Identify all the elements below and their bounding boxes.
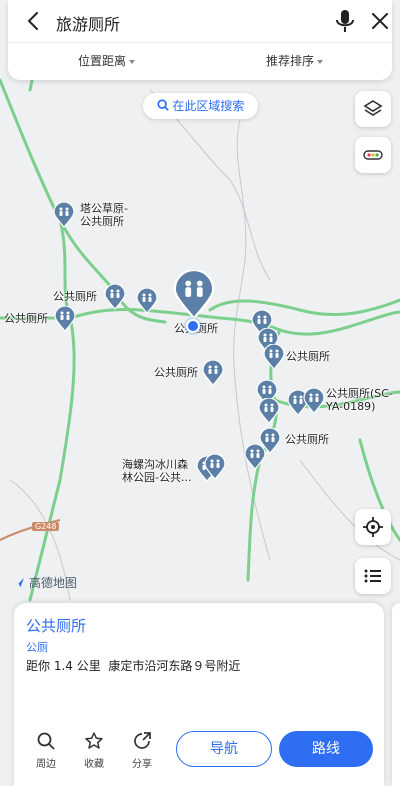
share-icon xyxy=(134,732,151,749)
star-icon xyxy=(85,732,103,749)
layers-button[interactable] xyxy=(355,91,391,127)
search-icon xyxy=(157,99,169,111)
poi-distance-address: 距你 1.4 公里 康定市沿河东路９号附近 xyxy=(26,659,241,673)
route-button[interactable]: 路线 xyxy=(279,731,373,767)
map-label-toilet-b[interactable]: 公共厕所 xyxy=(4,312,48,325)
poi-detail-card[interactable]: 公共厕所 公厕 距你 1.4 公里 康定市沿河东路９号附近 周边 收藏 分享 导… xyxy=(14,603,384,786)
back-arrow-icon[interactable] xyxy=(22,9,46,33)
toilet-pin[interactable] xyxy=(258,398,280,424)
toilet-pin[interactable] xyxy=(54,306,76,332)
map-logo: 高德地图 xyxy=(14,574,77,591)
toilet-pin[interactable] xyxy=(263,344,285,370)
share-button[interactable]: 分享 xyxy=(122,731,162,770)
list-icon xyxy=(364,569,381,583)
map-label-toilet-sc[interactable]: 公共厕所(SC- YA-0189) xyxy=(326,387,393,413)
my-location-dot xyxy=(184,317,202,335)
poi-name[interactable]: 公共厕所 xyxy=(26,615,86,636)
list-view-button[interactable] xyxy=(355,558,391,594)
layers-icon xyxy=(363,100,383,116)
toilet-pin[interactable] xyxy=(244,444,266,470)
nearby-button[interactable]: 周边 xyxy=(26,731,66,770)
chevron-down-icon xyxy=(317,59,324,64)
filter-distance[interactable]: 位置距离 xyxy=(78,52,136,69)
poi-category: 公厕 xyxy=(26,641,48,654)
favorite-button[interactable]: 收藏 xyxy=(74,731,114,770)
map-label-toilet-c[interactable]: 公共厕所 xyxy=(154,366,198,379)
chevron-down-icon xyxy=(129,59,136,64)
map-label-tagong[interactable]: 塔公草原- 公共厕所 xyxy=(80,202,128,228)
selected-toilet-pin[interactable] xyxy=(172,270,216,320)
traffic-light-icon xyxy=(363,150,383,160)
traffic-button[interactable] xyxy=(355,137,391,173)
amap-logo-icon xyxy=(14,577,25,588)
map-label-toilet-a[interactable]: 公共厕所 xyxy=(53,290,97,303)
search-this-area-button[interactable]: 在此区域搜索 xyxy=(143,93,258,119)
map-label-toilet-e[interactable]: 公共厕所 xyxy=(285,433,329,446)
next-poi-card-edge[interactable] xyxy=(392,603,400,786)
locate-me-button[interactable] xyxy=(355,509,391,545)
close-icon[interactable] xyxy=(368,9,392,33)
navigate-button[interactable]: 导航 xyxy=(176,731,272,767)
toilet-pin[interactable] xyxy=(136,288,158,314)
toilet-pin[interactable] xyxy=(204,454,226,480)
header-divider xyxy=(8,42,392,43)
map-label-toilet-d[interactable]: 公共厕所 xyxy=(286,350,330,363)
search-query[interactable]: 旅游厕所 xyxy=(56,11,120,35)
map-label-hailuogou[interactable]: 海螺沟冰川森 林公园-公共... xyxy=(122,458,191,484)
search-icon xyxy=(37,732,55,750)
filter-sort[interactable]: 推荐排序 xyxy=(266,52,324,69)
toilet-pin[interactable] xyxy=(202,360,224,386)
crosshair-icon xyxy=(363,517,383,537)
microphone-icon[interactable] xyxy=(332,7,358,35)
toilet-pin[interactable] xyxy=(104,284,126,310)
toilet-pin[interactable] xyxy=(53,202,75,228)
search-header: 旅游厕所 位置距离 推荐排序 xyxy=(8,0,392,80)
toilet-pin[interactable] xyxy=(303,388,325,414)
road-code-badge: G248 xyxy=(32,522,60,531)
